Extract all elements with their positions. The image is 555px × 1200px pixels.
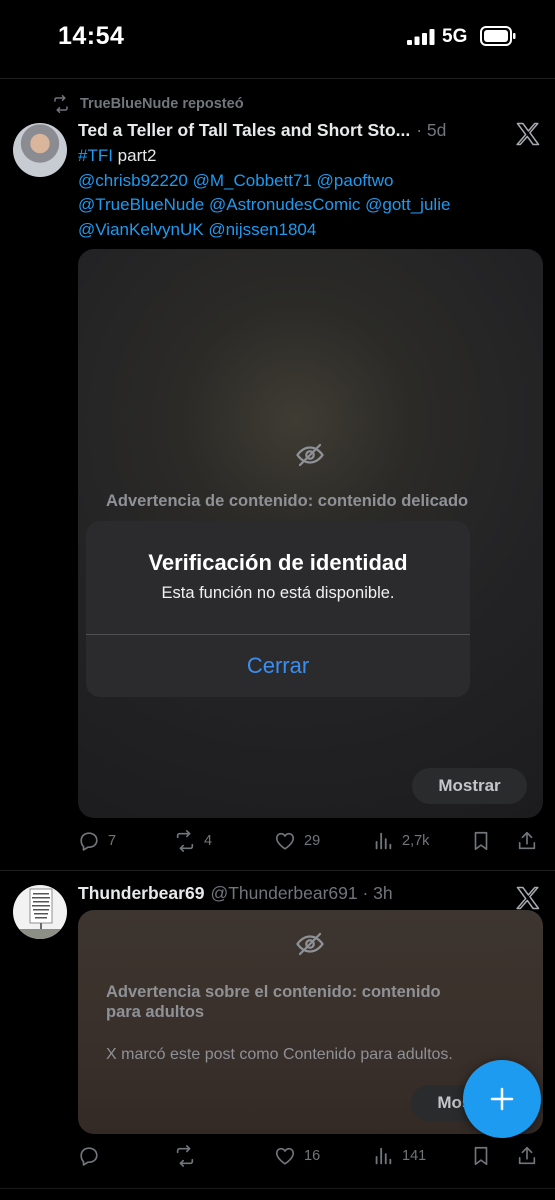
views-count: 2,7k (402, 833, 430, 849)
show-button[interactable]: Mostrar (412, 768, 527, 804)
reply-button[interactable] (78, 1143, 108, 1169)
author-name: Thunderbear69 (78, 883, 205, 903)
content-warning-title: Advertencia sobre el contenido: contenid… (106, 983, 441, 1001)
compose-button[interactable] (463, 1060, 541, 1138)
post-meta: · 5d (416, 120, 447, 140)
signal-icon (407, 29, 435, 45)
mentions-line[interactable]: @VianKelvynUK @nijssen1804 (78, 220, 316, 239)
divider (0, 78, 555, 79)
post-header[interactable]: Ted a Teller of Tall Tales and Short Sto… (78, 120, 446, 141)
reply-button[interactable]: 7 (78, 828, 116, 854)
mentions-line[interactable]: @TrueBlueNude @AstronudesComic @gott_jul… (78, 195, 450, 214)
post-actions: 7 4 29 2,7k (78, 828, 543, 854)
x-logo-icon[interactable] (514, 120, 542, 148)
repost-icon (176, 830, 194, 852)
views-button[interactable]: 141 (372, 1143, 426, 1169)
content-warning-title: para adultos (106, 1003, 205, 1021)
views-button[interactable]: 2,7k (372, 828, 429, 854)
repost-icon (54, 95, 68, 113)
x-logo-icon[interactable] (514, 884, 542, 912)
content-warning-description: X marcó este post como Contenido para ad… (106, 1046, 453, 1063)
like-button[interactable]: 16 (274, 1143, 320, 1169)
post-text: #TFI part2 @chrisb92220 @M_Cobbett71 @pa… (78, 144, 518, 242)
repost-context[interactable]: TrueBlueNude reposteó (52, 94, 244, 114)
views-count: 141 (402, 1148, 427, 1164)
avatar[interactable] (13, 123, 67, 177)
battery-icon (480, 26, 516, 46)
hidden-eye-icon (296, 443, 324, 467)
bookmark-icon (474, 831, 488, 851)
share-button[interactable] (516, 828, 538, 854)
avatar-sign-image (13, 888, 67, 939)
dialog-message: Esta función no está disponible. (161, 584, 395, 602)
bookmark-icon (474, 1146, 488, 1166)
like-count: 29 (304, 833, 321, 849)
views-icon (375, 1147, 392, 1165)
share-icon (518, 1146, 536, 1165)
close-button[interactable]: Cerrar (86, 635, 470, 697)
post-meta: @Thunderbear691 · 3h (210, 883, 393, 903)
status-bar: 14:54 5G (0, 0, 555, 70)
mentions-line[interactable]: @chrisb92220 @M_Cobbett71 @paoftwo (78, 171, 393, 190)
avatar[interactable] (13, 885, 67, 939)
hidden-eye-icon (296, 932, 324, 956)
like-count: 16 (304, 1148, 321, 1164)
post-text-line: part2 (112, 146, 157, 165)
like-icon (275, 832, 295, 850)
divider (0, 870, 555, 871)
compose-plus-icon (490, 1087, 514, 1111)
reply-icon (80, 1147, 98, 1166)
share-icon (518, 831, 536, 850)
share-button[interactable] (516, 1143, 538, 1169)
views-icon (375, 832, 392, 850)
reply-icon (80, 832, 98, 851)
hashtag[interactable]: #TFI (78, 146, 113, 165)
dialog-title: Verificación de identidad (148, 550, 408, 575)
bookmark-button[interactable] (470, 1143, 492, 1169)
bottom-divider (0, 1188, 555, 1189)
repost-label: TrueBlueNude reposteó (80, 96, 244, 112)
network-label: 5G (442, 26, 468, 47)
like-button[interactable]: 29 (274, 828, 320, 854)
repost-button[interactable] (174, 1143, 204, 1169)
post-actions: 16 141 (78, 1143, 543, 1169)
like-icon (275, 1147, 295, 1165)
content-warning-title: Advertencia de contenido: contenido deli… (106, 492, 469, 510)
identity-verification-dialog: Verificación de identidad Esta función n… (86, 521, 470, 697)
repost-icon (176, 1145, 194, 1167)
post-header[interactable]: Thunderbear69 @Thunderbear691 · 3h (78, 883, 393, 904)
reply-count: 7 (108, 833, 117, 849)
bookmark-button[interactable] (470, 828, 492, 854)
repost-count: 4 (204, 833, 213, 849)
repost-button[interactable]: 4 (174, 828, 212, 854)
status-time: 14:54 (58, 22, 125, 50)
author-name: Ted a Teller of Tall Tales and Short Sto… (78, 120, 411, 140)
